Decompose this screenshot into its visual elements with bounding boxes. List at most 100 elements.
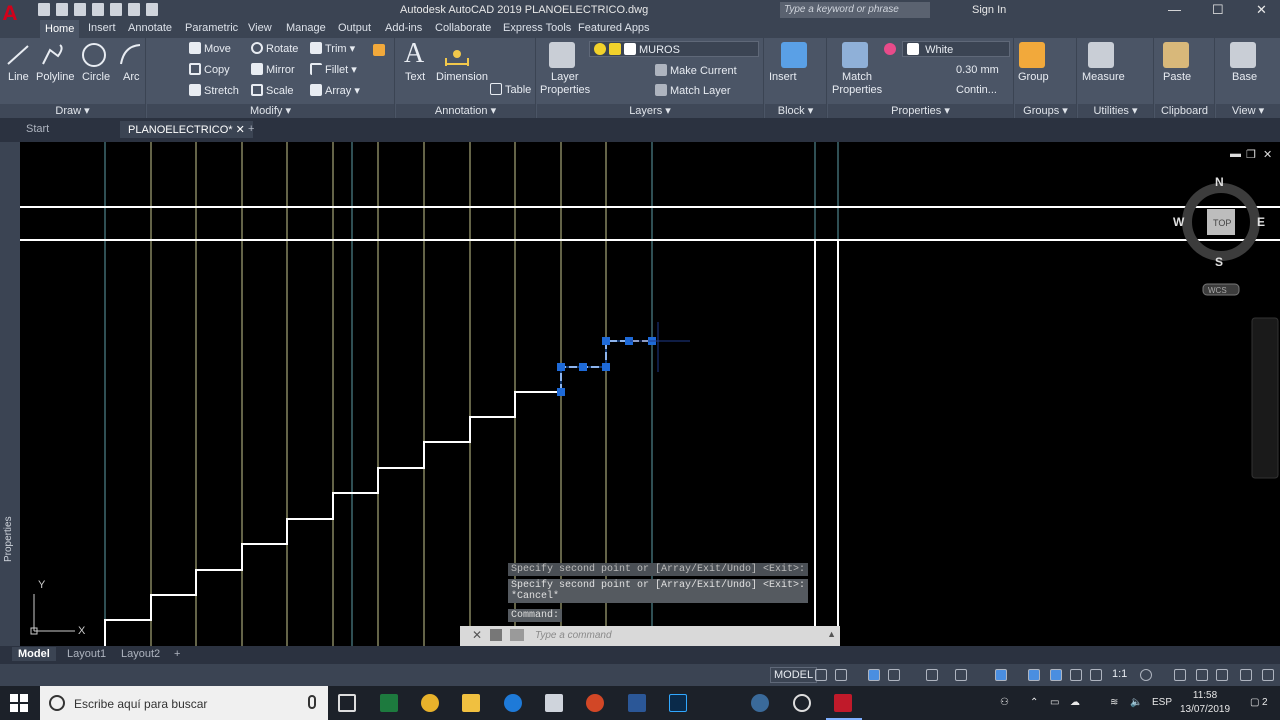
erase-icon[interactable] [373, 44, 385, 56]
tab-parametric[interactable]: Parametric [185, 22, 238, 34]
text-button[interactable]: Text [405, 71, 425, 83]
scale-button[interactable]: Scale [251, 84, 294, 97]
viewport-restore-icon[interactable]: ❐ [1246, 148, 1256, 161]
word-icon[interactable] [628, 694, 646, 712]
new-file-icon[interactable] [38, 3, 50, 16]
command-line[interactable]: ✕ Type a command ▲ [460, 626, 840, 646]
undo-icon[interactable] [128, 3, 140, 16]
paste-button[interactable]: Paste [1163, 71, 1191, 83]
grip-handle[interactable] [579, 363, 587, 371]
new-tab-button[interactable]: + [248, 123, 254, 135]
annotation-monitor-icon[interactable] [1174, 669, 1186, 681]
array-button[interactable]: Array ▾ [310, 84, 360, 97]
viewcube-west[interactable]: W [1173, 215, 1185, 229]
minimize-icon[interactable]: — [1168, 2, 1181, 17]
tab-add-ins[interactable]: Add-ins [385, 22, 422, 34]
customize-icon[interactable] [490, 629, 502, 641]
tab-layout1[interactable]: Layout1 [67, 648, 106, 660]
maximize-icon[interactable]: ☐ [1212, 2, 1224, 18]
wifi-icon[interactable]: ≋ [1110, 697, 1118, 708]
viewport-close-icon[interactable]: ✕ [1263, 148, 1272, 161]
tab-home[interactable]: Home [40, 20, 80, 38]
tab-model[interactable]: Model [12, 647, 56, 661]
command-input[interactable]: Type a command [535, 630, 612, 641]
photoshop-icon[interactable] [669, 694, 687, 712]
tab-output[interactable]: Output [338, 22, 371, 34]
object-snap-icon[interactable] [995, 669, 1007, 681]
annotation-scale-icon[interactable] [1090, 669, 1102, 681]
tab-insert[interactable]: Insert [88, 22, 116, 34]
tab-planoelectrico[interactable]: PLANOELECTRICO* ✕ [120, 121, 253, 138]
base-button[interactable]: Base [1232, 71, 1257, 83]
insert-button[interactable]: Insert [769, 71, 797, 83]
color-dropdown[interactable]: White [902, 41, 1010, 57]
save-icon[interactable] [74, 3, 86, 16]
steam-icon[interactable] [751, 694, 769, 712]
viewcube-east[interactable]: E [1257, 215, 1265, 229]
tab-featured-apps[interactable]: Featured Apps [578, 22, 650, 34]
layer-dropdown[interactable]: MUROS [589, 41, 759, 57]
match-properties-button[interactable]: Match [842, 71, 872, 83]
close-icon[interactable]: ✕ [1256, 2, 1267, 18]
grip-handle[interactable] [557, 363, 565, 371]
annotation-scale-dropdown[interactable]: 1:1 [1112, 668, 1127, 680]
taskbar-search-box[interactable]: Escribe aquí para buscar [40, 686, 328, 720]
cloud-icon[interactable]: ☁ [1070, 697, 1080, 708]
annotation-visibility-icon[interactable] [1050, 669, 1062, 681]
rotate-button[interactable]: Rotate [251, 42, 298, 55]
tab-layout2[interactable]: Layout2 [121, 648, 160, 660]
tab-start[interactable]: Start [26, 123, 49, 135]
windows-start-icon[interactable] [10, 694, 28, 712]
powerpoint-icon[interactable] [586, 694, 604, 712]
close-command-icon[interactable]: ✕ [472, 628, 482, 642]
chrome-alt-icon[interactable] [793, 694, 811, 712]
viewcube-top[interactable]: TOP [1213, 218, 1231, 228]
isodraft-icon[interactable] [926, 669, 938, 681]
groups-panel-title[interactable]: Groups ▾ [1015, 104, 1076, 118]
object-snap-tracking-icon[interactable] [955, 669, 967, 681]
grid-icon[interactable] [815, 669, 827, 681]
clean-screen-icon[interactable] [1240, 669, 1252, 681]
fillet-button[interactable]: Fillet ▾ [310, 63, 357, 76]
grip-handle[interactable] [602, 337, 610, 345]
taskbar-clock[interactable]: 11:58 13/07/2019 [1180, 689, 1230, 717]
move-button[interactable]: Move [189, 42, 231, 55]
units-icon[interactable] [1196, 669, 1208, 681]
lineweight-dropdown[interactable]: 0.30 mm [956, 64, 999, 76]
polyline-button[interactable]: Polyline [36, 71, 75, 83]
polar-icon[interactable] [888, 669, 900, 681]
viewcube[interactable]: TOP N S E W WCS [1173, 175, 1265, 296]
snap-icon[interactable] [835, 669, 847, 681]
navigation-bar[interactable] [1251, 317, 1279, 479]
circle-button[interactable]: Circle [82, 71, 110, 83]
task-view-icon[interactable] [338, 694, 356, 712]
wcs-menu[interactable]: WCS [1208, 286, 1227, 295]
view-panel-title[interactable]: View ▾ [1216, 104, 1280, 118]
measure-button[interactable]: Measure [1082, 71, 1125, 83]
arc-button[interactable]: Arc [123, 71, 140, 83]
volume-icon[interactable]: 🔈 [1130, 697, 1142, 708]
save-as-icon[interactable] [92, 3, 104, 16]
tab-express-tools[interactable]: Express Tools [503, 22, 571, 34]
help-search-input[interactable]: Type a keyword or phrase [780, 2, 930, 18]
draw-panel-title[interactable]: Draw ▾ [0, 104, 145, 118]
sign-in-button[interactable]: Sign In [972, 4, 1006, 16]
line-button[interactable]: Line [8, 71, 29, 83]
linetype-dropdown[interactable]: Contin... [956, 84, 997, 96]
tab-manage[interactable]: Manage [286, 22, 326, 34]
copy-button[interactable]: Copy [189, 63, 230, 76]
store-icon[interactable] [545, 694, 563, 712]
viewcube-south[interactable]: S [1215, 255, 1223, 269]
match-layer-button[interactable]: Match Layer [655, 84, 731, 97]
show-hidden-icons[interactable]: ⌃ [1030, 697, 1038, 708]
tab-collaborate[interactable]: Collaborate [435, 22, 491, 34]
layers-panel-title[interactable]: Layers ▾ [537, 104, 763, 118]
modify-panel-title[interactable]: Modify ▾ [147, 104, 394, 118]
grip-handle[interactable] [602, 363, 610, 371]
utilities-panel-title[interactable]: Utilities ▾ [1078, 104, 1153, 118]
table-button[interactable]: Table [490, 83, 531, 96]
workspace-gear-icon[interactable] [1140, 669, 1152, 681]
microphone-icon[interactable] [308, 695, 316, 709]
group-button[interactable]: Group [1018, 71, 1049, 83]
command-history-toggle-icon[interactable]: ▲ [827, 629, 836, 639]
